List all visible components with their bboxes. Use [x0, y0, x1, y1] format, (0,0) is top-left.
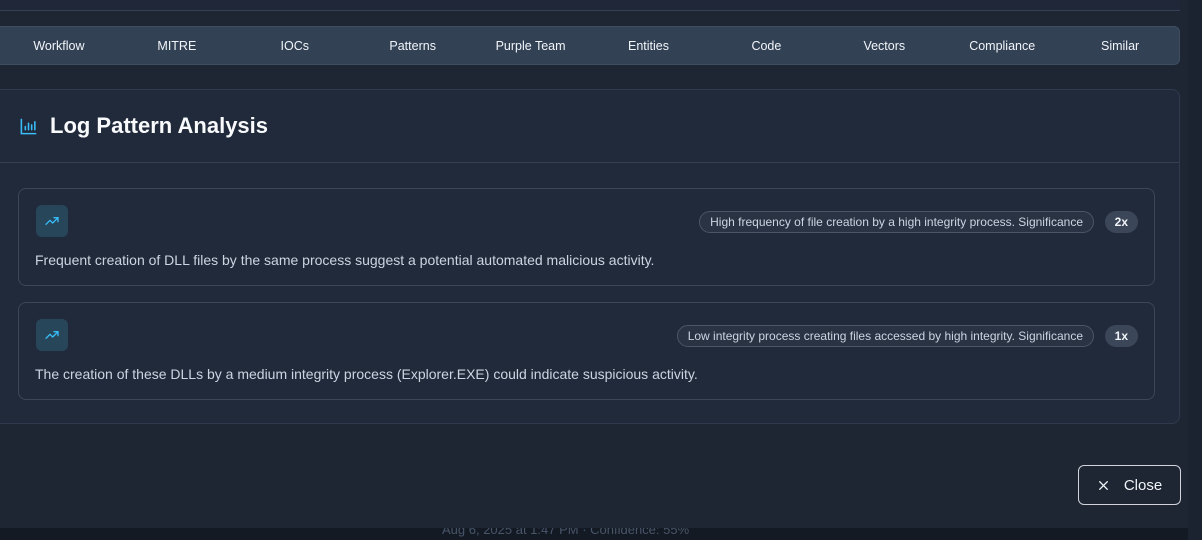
tab-iocs[interactable]: IOCs — [236, 27, 354, 65]
pattern-card: High frequency of file creation by a hig… — [18, 188, 1155, 286]
pattern-card: Low integrity process creating files acc… — [18, 302, 1155, 400]
trending-up-icon — [36, 205, 68, 237]
tab-vectors[interactable]: Vectors — [825, 27, 943, 65]
tab-purple-team[interactable]: Purple Team — [472, 27, 590, 65]
close-icon — [1098, 480, 1108, 490]
log-pattern-panel: Log Pattern Analysis High frequency of f… — [0, 89, 1180, 424]
pattern-description: Frequent creation of DLL files by the sa… — [35, 252, 655, 268]
close-button-label: Close — [1123, 476, 1163, 494]
modal-top-edge — [0, 0, 1180, 11]
tab-patterns[interactable]: Patterns — [354, 27, 472, 65]
bar-chart-icon — [20, 118, 37, 134]
tab-entities[interactable]: Entities — [590, 27, 708, 65]
pattern-count-badge: 2x — [1104, 211, 1138, 233]
tab-mitre[interactable]: MITRE — [118, 27, 236, 65]
panel-header: Log Pattern Analysis — [0, 90, 1179, 163]
close-button[interactable]: Close — [1078, 465, 1181, 505]
tab-workflow[interactable]: Workflow — [0, 27, 118, 65]
tab-compliance[interactable]: Compliance — [943, 27, 1061, 65]
tab-code[interactable]: Code — [707, 27, 825, 65]
modal-right-edge — [1188, 0, 1202, 540]
pattern-tag: High frequency of file creation by a hig… — [699, 211, 1094, 233]
pattern-count-badge: 1x — [1104, 325, 1138, 347]
pattern-tag: Low integrity process creating files acc… — [676, 325, 1094, 347]
background-meta-text: Aug 6, 2025 at 1:47 PM · Confidence: 55% — [442, 528, 690, 537]
trending-up-icon — [36, 319, 68, 351]
analysis-tab-bar: Workflow MITRE IOCs Patterns Purple Team… — [0, 26, 1180, 65]
tab-similar[interactable]: Similar — [1061, 27, 1179, 65]
pattern-description: The creation of these DLLs by a medium i… — [35, 366, 698, 382]
background-content-strip: Aug 6, 2025 at 1:47 PM · Confidence: 55% — [0, 528, 1202, 540]
panel-title: Log Pattern Analysis — [50, 113, 269, 138]
